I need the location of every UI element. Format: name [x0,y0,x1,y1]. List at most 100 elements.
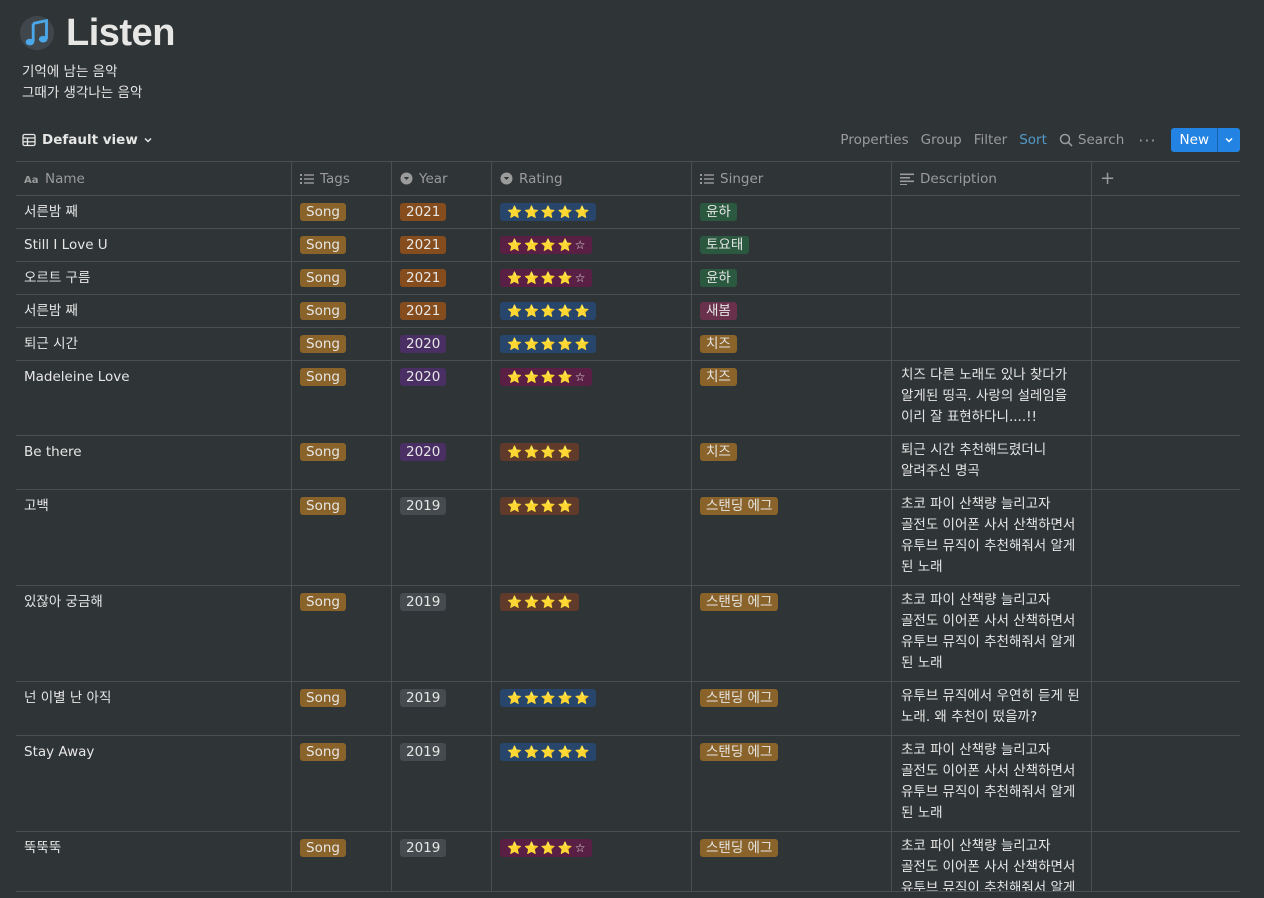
singer-cell[interactable]: 치즈 [692,328,892,361]
description-cell[interactable] [892,328,1092,361]
add-column-button[interactable]: + [1092,162,1240,195]
tags-cell[interactable]: Song [292,682,392,735]
singer-cell[interactable]: 스탠딩 에그 [692,682,892,735]
singer-cell[interactable]: 스탠딩 에그 [692,832,892,891]
year-cell[interactable]: 2020 [392,436,492,489]
song-name-cell[interactable]: Madeleine Love [16,361,292,435]
song-name-cell[interactable]: 넌 이별 난 아직 [16,682,292,735]
group-button[interactable]: Group [915,132,968,148]
filter-button[interactable]: Filter [968,132,1013,148]
description-cell[interactable]: 유투브 뮤직에서 우연히 듣게 된 노래. 왜 추천이 떴을까? [892,682,1092,735]
view-selector-button[interactable]: Default view [16,132,165,148]
description-cell[interactable]: 초코 파이 산책량 늘리고자 골전도 이어폰 사서 산책하면서 유투브 뮤직이 … [892,490,1092,585]
tags-cell[interactable]: Song [292,736,392,831]
song-name-cell[interactable]: 퇴근 시간 [16,328,292,361]
column-header-singer[interactable]: Singer [692,162,892,195]
song-name-cell[interactable]: 고백 [16,490,292,585]
rating-cell[interactable]: ⭐⭐⭐⭐⭐ [492,196,692,229]
tags-cell[interactable]: Song [292,196,392,229]
year-cell[interactable]: 2020 [392,328,492,361]
sort-button[interactable]: Sort [1013,132,1053,148]
song-name-cell[interactable]: Stay Away [16,736,292,831]
description-cell[interactable] [892,229,1092,262]
search-button[interactable]: Search [1053,132,1130,148]
rating-cell[interactable]: ⭐⭐⭐⭐⭐ [492,736,692,831]
song-name-cell[interactable]: 서른밤 째 [16,196,292,229]
table-row[interactable]: 오르트 구름 Song 2021 ⭐⭐⭐⭐☆ 윤하 [16,262,1240,295]
rating-cell[interactable]: ⭐⭐⭐⭐⭐ [492,295,692,328]
song-name-cell[interactable]: 서른밤 째 [16,295,292,328]
table-row[interactable]: 고백 Song 2019 ⭐⭐⭐⭐ 스탠딩 에그 초코 파이 산책량 늘리고자 골전도 이… [16,490,1240,586]
description-cell[interactable] [892,196,1092,229]
table-row[interactable]: Be there Song 2020 ⭐⭐⭐⭐ 치즈 퇴근 시간 추천해드렸더니 알려주신… [16,436,1240,490]
singer-cell[interactable]: 윤하 [692,196,892,229]
column-header-rating[interactable]: Rating [492,162,692,195]
year-cell[interactable]: 2021 [392,295,492,328]
tags-cell[interactable]: Song [292,295,392,328]
description-cell[interactable] [892,262,1092,295]
more-options-button[interactable]: ··· [1130,131,1164,150]
rating-cell[interactable]: ⭐⭐⭐⭐☆ [492,262,692,295]
rating-cell[interactable]: ⭐⭐⭐⭐☆ [492,229,692,262]
singer-cell[interactable]: 새봄 [692,295,892,328]
description-cell[interactable]: 초코 파이 산책량 늘리고자 골전도 이어폰 사서 산책하면서 유투브 뮤직이 … [892,736,1092,831]
year-cell[interactable]: 2021 [392,262,492,295]
year-cell[interactable]: 2019 [392,586,492,681]
table-row[interactable]: 넌 이별 난 아직 Song 2019 ⭐⭐⭐⭐⭐ 스탠딩 에그 유투브 뮤직에서 우연히… [16,682,1240,736]
year-cell[interactable]: 2021 [392,196,492,229]
rating-cell[interactable]: ⭐⭐⭐⭐ [492,436,692,489]
new-dropdown-button[interactable] [1217,128,1240,152]
tags-cell[interactable]: Song [292,229,392,262]
table-row[interactable]: 서른밤 째 Song 2021 ⭐⭐⭐⭐⭐ 윤하 [16,196,1240,229]
description-cell[interactable]: 퇴근 시간 추천해드렸더니 알려주신 명곡 [892,436,1092,489]
table-row[interactable]: Still I Love U Song 2021 ⭐⭐⭐⭐☆ 토요태 [16,229,1240,262]
year-cell[interactable]: 2019 [392,682,492,735]
description-cell[interactable]: 치즈 다른 노래도 있나 찾다가 알게된 띵곡. 사랑의 설레임을 이리 잘 표… [892,361,1092,435]
singer-cell[interactable]: 윤하 [692,262,892,295]
tags-cell[interactable]: Song [292,586,392,681]
year-cell[interactable]: 2019 [392,832,492,891]
song-name-cell[interactable]: 있잖아 궁금해 [16,586,292,681]
singer-cell[interactable]: 스탠딩 에그 [692,736,892,831]
song-name-cell[interactable]: 오르트 구름 [16,262,292,295]
properties-button[interactable]: Properties [834,132,914,148]
tags-cell[interactable]: Song [292,328,392,361]
song-name-cell[interactable]: 뚝뚝뚝 [16,832,292,891]
tags-cell[interactable]: Song [292,490,392,585]
rating-cell[interactable]: ⭐⭐⭐⭐☆ [492,361,692,435]
rating-cell[interactable]: ⭐⭐⭐⭐ [492,490,692,585]
singer-cell[interactable]: 치즈 [692,436,892,489]
rating-cell[interactable]: ⭐⭐⭐⭐ [492,586,692,681]
singer-cell[interactable]: 토요태 [692,229,892,262]
description-cell[interactable]: 초코 파이 산책량 늘리고자 골전도 이어폰 사서 산책하면서 유투브 뮤직이 … [892,832,1092,891]
singer-cell[interactable]: 스탠딩 에그 [692,586,892,681]
table-row[interactable]: 뚝뚝뚝 Song 2019 ⭐⭐⭐⭐☆ 스탠딩 에그 초코 파이 산책량 늘리고자 골전도… [16,832,1240,892]
table-row[interactable]: Stay Away Song 2019 ⭐⭐⭐⭐⭐ 스탠딩 에그 초코 파이 산책량 늘리… [16,736,1240,832]
table-row[interactable]: 퇴근 시간 Song 2020 ⭐⭐⭐⭐⭐ 치즈 [16,328,1240,361]
music-note-icon[interactable] [18,14,56,52]
year-cell[interactable]: 2019 [392,736,492,831]
table-row[interactable]: 서른밤 째 Song 2021 ⭐⭐⭐⭐⭐ 새봄 [16,295,1240,328]
column-header-name[interactable]: Aa Name [16,162,292,195]
table-row[interactable]: 있잖아 궁금해 Song 2019 ⭐⭐⭐⭐ 스탠딩 에그 초코 파이 산책량 늘리고자 … [16,586,1240,682]
song-name-cell[interactable]: Be there [16,436,292,489]
song-name-cell[interactable]: Still I Love U [16,229,292,262]
tags-cell[interactable]: Song [292,832,392,891]
rating-cell[interactable]: ⭐⭐⭐⭐⭐ [492,328,692,361]
column-header-tags[interactable]: Tags [292,162,392,195]
column-header-year[interactable]: Year [392,162,492,195]
description-cell[interactable]: 초코 파이 산책량 늘리고자 골전도 이어폰 사서 산책하면서 유투브 뮤직이 … [892,586,1092,681]
singer-cell[interactable]: 스탠딩 에그 [692,490,892,585]
singer-cell[interactable]: 치즈 [692,361,892,435]
year-cell[interactable]: 2019 [392,490,492,585]
rating-cell[interactable]: ⭐⭐⭐⭐☆ [492,832,692,891]
tags-cell[interactable]: Song [292,361,392,435]
year-cell[interactable]: 2020 [392,361,492,435]
rating-cell[interactable]: ⭐⭐⭐⭐⭐ [492,682,692,735]
tags-cell[interactable]: Song [292,436,392,489]
tags-cell[interactable]: Song [292,262,392,295]
description-cell[interactable] [892,295,1092,328]
table-row[interactable]: Madeleine Love Song 2020 ⭐⭐⭐⭐☆ 치즈 치즈 다른 노래도 있… [16,361,1240,436]
new-button[interactable]: New [1171,128,1217,152]
year-cell[interactable]: 2021 [392,229,492,262]
